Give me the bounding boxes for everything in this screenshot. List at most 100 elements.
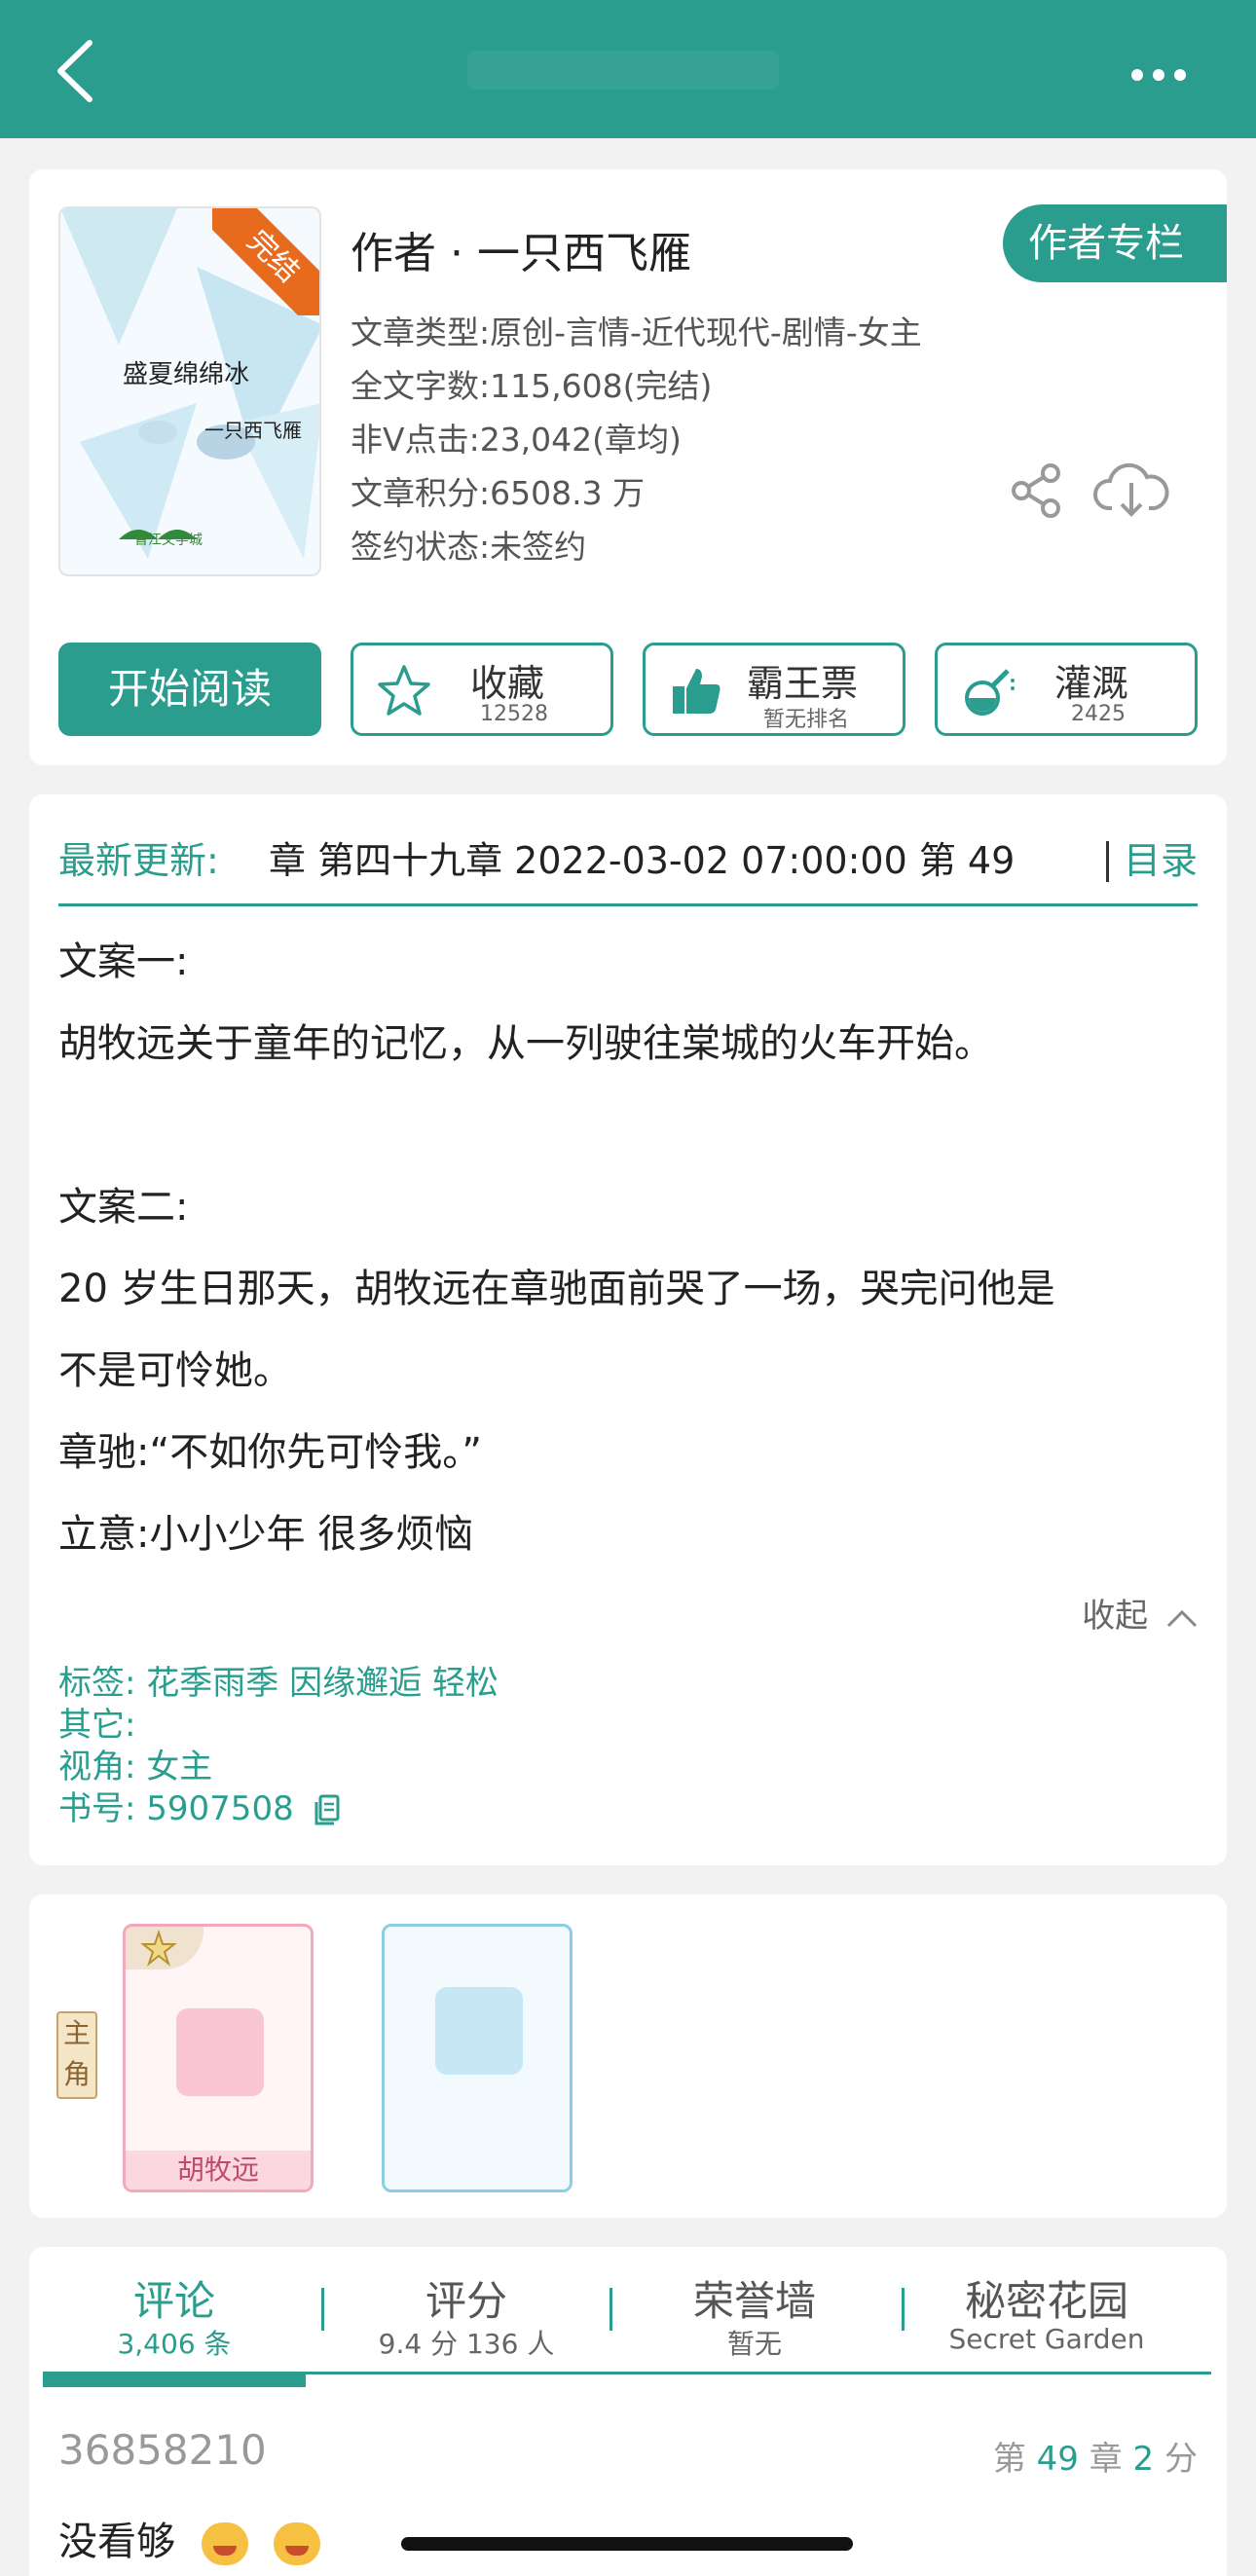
page-title [467,51,779,90]
comment-meta: 第 49 章 2 分 [993,2432,1198,2480]
start-reading-button[interactable]: 开始阅读 [58,643,321,736]
protagonist-tag: 主角 [56,2011,97,2099]
score-suffix: 分 [1164,2440,1198,2479]
tag-list: 标签: 花季雨季 因缘邂逅 轻松 其它: 视角: 女主 书号: 5907508 [58,1663,499,1830]
synopsis-line: 20 岁生日那天，胡牧远在章驰面前哭了一场，哭完问他是 [58,1267,1055,1311]
meta-clicks: 非Ⅴ点击:23,042(章均) [351,421,682,459]
completed-ribbon: 完结 [212,208,319,315]
star-icon [378,665,430,716]
meta-score: 文章积分:6508.3 万 [351,474,646,512]
tab-sub: 暂无 [726,2328,782,2360]
synopsis-line: 立意:小小少年 很多烦恼 [58,1512,474,1557]
comment-score: 2 [1132,2440,1155,2479]
tab-title: 评分 [425,2277,507,2325]
character-avatar [176,2008,264,2096]
view-row: 视角: 女主 [58,1747,499,1788]
synopsis-line: 文案一: [58,939,189,984]
synopsis-text: 文案一: 胡牧远关于童年的记忆，从一列驶往棠城的火车开始。 文案二: 20 岁生… [58,921,1207,1575]
collapse-label: 收起 [1082,1597,1149,1636]
tab-comments[interactable]: 评论 3,406 条 [43,2268,306,2362]
book-no-label: 书号: [58,1789,136,1828]
divider [321,2288,324,2331]
divider [610,2288,612,2331]
star-badge [126,1927,203,1969]
chevron-left-icon[interactable] [49,37,107,105]
tab-title: 荣誉墙 [692,2277,816,2325]
tab-sub: Secret Garden [948,2323,1145,2355]
tab-honor-wall[interactable]: 荣誉墙 暂无 [623,2268,886,2362]
vote-button[interactable]: 霸王票 暂无排名 [643,643,905,736]
tab-secret-garden[interactable]: 秘密花园 Secret Garden [915,2268,1178,2355]
cloud-download-icon[interactable] [1092,458,1170,522]
book-no-row: 书号: 5907508 [58,1788,499,1830]
water-label: 灌溉 [1054,662,1129,705]
tags-label: 标签: [58,1664,136,1703]
meta-sign-status: 签约状态:未签约 [351,528,587,566]
favorite-button[interactable]: 收藏 12528 [351,643,613,736]
tab-title: 秘密花园 [964,2277,1128,2325]
watering-can-icon [965,669,1015,716]
completed-badge: 完结 [212,208,319,315]
characters-card: 主角 胡牧远 [29,1895,1227,2218]
tags-values[interactable]: 花季雨季 因缘邂逅 轻松 [146,1664,499,1703]
author-line[interactable]: 作者 · 一只西飞雁 [351,218,691,280]
character-avatar [435,1987,523,2075]
other-row: 其它: [58,1705,499,1747]
thumbs-up-icon [673,669,720,714]
author-column-button[interactable]: 作者专栏 [1003,204,1227,282]
synopsis-line: 不是可怜她。 [58,1348,292,1393]
comment-text[interactable]: 没看够 [58,2510,321,2566]
book-no-value: 5907508 [146,1789,294,1828]
chapter-prefix: 第 [992,2440,1026,2479]
favorite-count: 12528 [480,702,548,726]
crying-emoji-icon [201,2522,248,2565]
character-card[interactable]: 胡牧远 [123,1924,314,2192]
tab-bar: 评论 3,406 条 评分 9.4 分 136 人 荣誉墙 暂无 秘密花园 Se… [43,2247,1211,2374]
synopsis-card: 最新更新: 章 第四十九章 2022-03-02 07:00:00 第 49 目… [29,794,1227,1865]
latest-update[interactable]: 最新更新: 章 第四十九章 2022-03-02 07:00:00 第 49 目… [58,826,1198,896]
tab-active-indicator [43,2372,306,2387]
tags-row: 标签: 花季雨季 因缘邂逅 轻松 [58,1663,499,1705]
chevron-up-icon [1166,1609,1198,1627]
publisher-logo: 晋江文学城 [134,533,203,548]
divider [1106,841,1109,882]
toc-link[interactable]: 目录 [1124,826,1198,896]
meta-type: 文章类型:原创-言情-近代现代-剧情-女主 [351,313,922,351]
tab-sub: 9.4 分 136 人 [378,2328,555,2360]
comment-user[interactable]: 36858210 [58,2426,267,2474]
star-icon [140,1929,177,1967]
view-value: 女主 [146,1748,213,1786]
home-indicator [401,2537,853,2551]
book-cover[interactable]: 盛夏绵绵冰 一只西飞雁 完结 晋江文学城 [58,206,321,576]
collapse-button[interactable]: 收起 [1082,1589,1200,1637]
character-name: 胡牧远 [126,2151,311,2190]
view-label: 视角: [58,1748,136,1786]
chapter-suffix: 章 [1089,2440,1123,2479]
character-card[interactable] [382,1924,573,2192]
comment-body: 没看够 [58,2520,175,2564]
tab-rating[interactable]: 评分 9.4 分 136 人 [335,2268,598,2362]
water-count: 2425 [1071,702,1126,726]
tab-sub: 3,406 条 [117,2328,232,2360]
latest-update-label: 最新更新: [58,839,219,882]
top-bar [0,0,1256,138]
cover-author: 一只西飞雁 [204,419,302,442]
synopsis-line: 文案二: [58,1185,189,1230]
cover-title: 盛夏绵绵冰 [123,360,250,389]
synopsis-line: 章驰:“不如你先可怜我。” [58,1430,482,1475]
chapter-number: 49 [1036,2440,1079,2479]
latest-update-text: 章 第四十九章 2022-03-02 07:00:00 第 49 [269,839,1016,882]
comments-card: 评论 3,406 条 评分 9.4 分 136 人 荣誉墙 暂无 秘密花园 Se… [29,2247,1227,2576]
book-info-card: 盛夏绵绵冰 一只西飞雁 完结 晋江文学城 作者 · 一只西飞雁 作者专栏 文章类… [29,169,1227,765]
divider [58,903,1198,906]
share-icon[interactable] [1008,461,1066,520]
vote-label: 霸王票 [747,662,859,705]
other-label: 其它: [58,1706,136,1745]
tab-title: 评论 [132,2277,215,2325]
copy-icon[interactable] [313,1794,342,1827]
favorite-label: 收藏 [470,662,545,705]
water-button[interactable]: 灌溉 2425 [935,643,1198,736]
book-meta: 文章类型:原创-言情-近代现代-剧情-女主 全文字数:115,608(完结) 非… [351,306,922,573]
meta-word-count: 全文字数:115,608(完结) [351,367,713,405]
more-dots-icon[interactable] [1129,63,1188,87]
